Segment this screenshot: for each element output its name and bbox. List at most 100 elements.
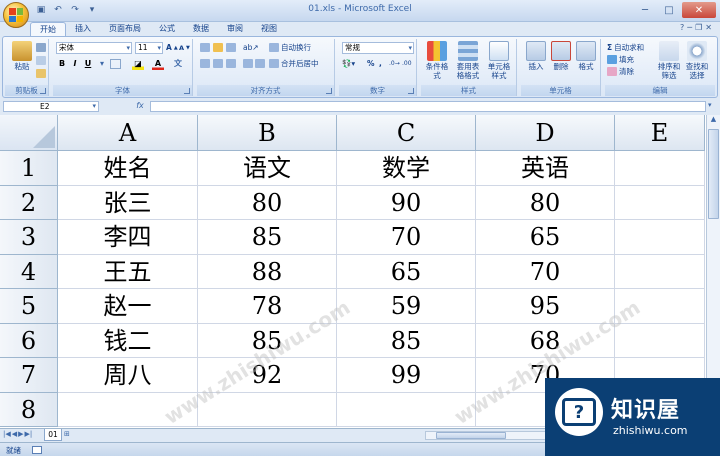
currency-icon[interactable]: 💱▾: [342, 58, 355, 69]
column-header-b[interactable]: B: [198, 115, 337, 151]
formula-input[interactable]: [150, 101, 706, 112]
tab-view[interactable]: 视图: [252, 22, 286, 36]
delete-cells-button[interactable]: 删除: [547, 41, 575, 71]
help-icon[interactable]: ?: [680, 23, 684, 32]
italic-button[interactable]: I: [69, 58, 81, 70]
cell-c6[interactable]: 85: [337, 323, 476, 358]
cell-d6[interactable]: 68: [476, 323, 615, 358]
decrease-indent-icon[interactable]: [243, 58, 253, 69]
bold-button[interactable]: B: [56, 58, 68, 70]
font-launcher-icon[interactable]: [184, 88, 190, 94]
format-as-table-button[interactable]: 套用表格格式: [454, 41, 482, 80]
format-painter-button[interactable]: [36, 68, 46, 79]
fill-color-icon[interactable]: ◪: [132, 58, 144, 70]
cell-d5[interactable]: 95: [476, 289, 615, 324]
find-select-button[interactable]: 查找和选择: [683, 41, 711, 80]
vertical-scroll-thumb[interactable]: [708, 129, 719, 219]
paste-button[interactable]: 粘贴: [8, 41, 36, 71]
align-left-icon[interactable]: [200, 58, 210, 69]
grow-font-icon[interactable]: A ▲: [166, 42, 178, 53]
cell-a8[interactable]: [58, 392, 198, 427]
office-button[interactable]: [3, 2, 29, 28]
font-color-icon[interactable]: A: [152, 58, 164, 70]
cell-e2[interactable]: [615, 185, 705, 220]
orientation-icon[interactable]: ab↗: [243, 42, 259, 53]
align-right-icon[interactable]: [226, 58, 236, 69]
row-header-4[interactable]: 4: [0, 254, 58, 289]
workbook-close-icon[interactable]: ✕: [705, 23, 712, 32]
select-all-button[interactable]: [0, 115, 58, 151]
cell-c2[interactable]: 90: [337, 185, 476, 220]
wrap-text-button[interactable]: 自动换行: [269, 42, 311, 53]
merge-center-button[interactable]: 合并后居中: [269, 58, 319, 69]
cell-a6[interactable]: 钱二: [58, 323, 198, 358]
sheet-tab-01[interactable]: 01: [44, 429, 62, 441]
sort-filter-button[interactable]: 排序和筛选: [655, 41, 683, 80]
cell-a3[interactable]: 李四: [58, 220, 198, 255]
cell-a7[interactable]: 周八: [58, 358, 198, 393]
number-launcher-icon[interactable]: [408, 88, 414, 94]
name-box[interactable]: E2: [3, 101, 99, 112]
fill-button[interactable]: 填充: [607, 54, 634, 65]
cell-c5[interactable]: 59: [337, 289, 476, 324]
column-header-a[interactable]: A: [58, 115, 198, 151]
borders-icon[interactable]: [110, 59, 121, 69]
tab-formulas[interactable]: 公式: [150, 22, 184, 36]
row-header-3[interactable]: 3: [0, 220, 58, 255]
align-center-icon[interactable]: [213, 58, 223, 69]
cell-b1[interactable]: 语文: [198, 151, 337, 186]
percent-icon[interactable]: %: [367, 58, 375, 69]
row-header-6[interactable]: 6: [0, 323, 58, 358]
close-icon[interactable]: ✕: [682, 2, 716, 18]
number-format-select[interactable]: 常规: [342, 42, 414, 54]
workbook-minimize-icon[interactable]: ─: [687, 23, 692, 32]
insert-sheet-icon[interactable]: ⊞: [64, 430, 76, 440]
row-header-1[interactable]: 1: [0, 151, 58, 186]
prev-sheet-icon[interactable]: ◀: [12, 430, 17, 438]
scroll-up-icon[interactable]: ▲: [707, 115, 720, 127]
cell-b3[interactable]: 85: [198, 220, 337, 255]
increase-indent-icon[interactable]: [255, 58, 265, 69]
row-header-2[interactable]: 2: [0, 185, 58, 220]
cell-c7[interactable]: 99: [337, 358, 476, 393]
cell-e6[interactable]: [615, 323, 705, 358]
format-cells-button[interactable]: 格式: [572, 41, 600, 71]
cell-e3[interactable]: [615, 220, 705, 255]
insert-function-icon[interactable]: fx: [133, 101, 147, 112]
cell-styles-button[interactable]: 单元格样式: [485, 41, 513, 80]
cell-b6[interactable]: 85: [198, 323, 337, 358]
column-header-c[interactable]: C: [337, 115, 476, 151]
cell-a5[interactable]: 赵一: [58, 289, 198, 324]
insert-cells-button[interactable]: 插入: [522, 41, 550, 71]
cell-d2[interactable]: 80: [476, 185, 615, 220]
middle-align-icon[interactable]: [213, 42, 223, 53]
phonetic-icon[interactable]: 文: [172, 58, 184, 70]
cell-b8[interactable]: [198, 392, 337, 427]
row-header-8[interactable]: 8: [0, 392, 58, 427]
cell-b7[interactable]: 92: [198, 358, 337, 393]
tab-page-layout[interactable]: 页面布局: [100, 22, 150, 36]
next-sheet-icon[interactable]: ▶: [18, 430, 23, 438]
column-header-d[interactable]: D: [476, 115, 615, 151]
tab-data[interactable]: 数据: [184, 22, 218, 36]
chevron-down-icon[interactable]: ▾: [96, 58, 108, 70]
cell-c8[interactable]: [337, 392, 476, 427]
autosum-button[interactable]: Σ 自动求和: [607, 42, 644, 53]
clear-button[interactable]: 清除: [607, 66, 634, 77]
increase-decimal-icon[interactable]: .0→: [389, 58, 400, 69]
font-name-select[interactable]: 宋体: [56, 42, 132, 54]
top-align-icon[interactable]: [200, 42, 210, 53]
macro-record-icon[interactable]: [32, 446, 42, 454]
cut-button[interactable]: [36, 42, 46, 53]
horizontal-scroll-thumb[interactable]: [436, 432, 506, 439]
row-header-7[interactable]: 7: [0, 358, 58, 393]
tab-insert[interactable]: 插入: [66, 22, 100, 36]
cell-d4[interactable]: 70: [476, 254, 615, 289]
comma-style-icon[interactable]: ,: [379, 58, 382, 69]
bottom-align-icon[interactable]: [226, 42, 236, 53]
cell-a1[interactable]: 姓名: [58, 151, 198, 186]
tab-review[interactable]: 审阅: [218, 22, 252, 36]
column-header-e[interactable]: E: [615, 115, 705, 151]
cell-e5[interactable]: [615, 289, 705, 324]
minimize-icon[interactable]: ─: [634, 2, 656, 18]
